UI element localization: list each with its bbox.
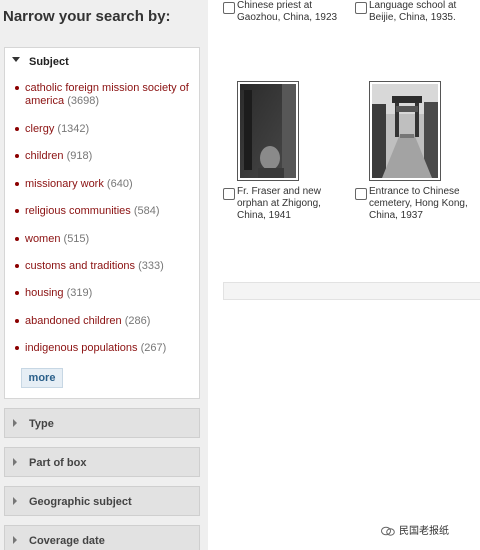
result-caption[interactable]: Chinese priest at Gaozhou, China, 1923 — [237, 0, 341, 24]
facet-subject-header[interactable]: Subject — [5, 48, 199, 76]
photo-image — [372, 84, 438, 178]
facet-label: Coverage date — [29, 535, 105, 547]
facet-geographic-subject[interactable]: Geographic subject — [4, 486, 200, 516]
facet-item-link[interactable]: indigenous populations — [25, 342, 138, 354]
facet-sidebar: Narrow your search by: Subject catholic … — [0, 0, 208, 550]
bullet-icon — [15, 182, 19, 186]
wechat-icon — [381, 526, 395, 537]
facet-item-link[interactable]: catholic foreign mission society of amer… — [25, 82, 189, 107]
facet-part-of-box[interactable]: Part of box — [4, 447, 200, 477]
watermark: 民国老报纸 — [381, 522, 449, 537]
facet-item-count: (3698) — [67, 95, 99, 107]
bullet-icon — [15, 86, 19, 90]
facet-item-link[interactable]: clergy — [25, 123, 54, 135]
facet-item-link[interactable]: women — [25, 233, 60, 245]
result-checkbox[interactable] — [223, 188, 235, 200]
facet-item-link[interactable]: religious communities — [25, 205, 131, 217]
facet-label: Type — [29, 418, 54, 430]
facet-type[interactable]: Type — [4, 408, 200, 438]
bullet-icon — [15, 237, 19, 241]
result-thumbnail[interactable] — [369, 81, 441, 181]
caret-right-icon — [13, 458, 17, 466]
caret-right-icon — [13, 536, 17, 544]
bullet-icon — [15, 346, 19, 350]
result-item: Entrance to Chinese cemetery, Hong Kong,… — [355, 186, 475, 226]
result-caption[interactable]: Fr. Fraser and new orphan at Zhigong, Ch… — [237, 186, 341, 222]
facet-item-link[interactable]: missionary work — [25, 178, 104, 190]
caret-down-icon — [12, 57, 20, 62]
facet-item-count: (515) — [63, 233, 90, 245]
facet-label: Geographic subject — [29, 496, 132, 508]
result-checkbox[interactable] — [355, 188, 367, 200]
facet-coverage-date[interactable]: Coverage date — [4, 525, 200, 550]
caret-right-icon — [13, 497, 17, 505]
facet-item-count: (286) — [124, 315, 151, 327]
facet-item-count: (1342) — [57, 123, 90, 135]
facet-item-count: (584) — [133, 205, 160, 217]
facet-item-count: (640) — [106, 178, 133, 190]
facet-item-count: (267) — [140, 342, 167, 354]
bullet-icon — [15, 264, 19, 268]
result-checkbox[interactable] — [355, 2, 367, 14]
bullet-icon — [15, 319, 19, 323]
sidebar-title: Narrow your search by: — [3, 8, 171, 25]
facet-item-link[interactable]: customs and traditions — [25, 260, 135, 272]
bullet-icon — [15, 209, 19, 213]
watermark-text: 民国老报纸 — [399, 526, 449, 537]
result-item: Chinese priest at Gaozhou, China, 1923 — [223, 0, 343, 40]
caret-right-icon — [13, 419, 17, 427]
facet-subject-label: Subject — [29, 56, 69, 68]
results-footer-bar — [223, 282, 480, 300]
bullet-icon — [15, 291, 19, 295]
result-thumbnail[interactable] — [237, 81, 299, 181]
facet-item-link[interactable]: housing — [25, 287, 64, 299]
result-caption[interactable]: Language school at Beijie, China, 1935. — [369, 0, 473, 24]
result-item: Fr. Fraser and new orphan at Zhigong, Ch… — [223, 186, 343, 226]
photo-image — [240, 84, 296, 178]
facet-subject: Subject catholic foreign mission society… — [4, 47, 200, 399]
facet-item-link[interactable]: children — [25, 150, 64, 162]
result-caption[interactable]: Entrance to Chinese cemetery, Hong Kong,… — [369, 186, 473, 222]
bullet-icon — [15, 154, 19, 158]
facet-item-count: (333) — [138, 260, 164, 272]
more-button[interactable]: more — [21, 368, 63, 388]
result-checkbox[interactable] — [223, 2, 235, 14]
bullet-icon — [15, 127, 19, 131]
facet-item-count: (918) — [66, 150, 93, 162]
facet-label: Part of box — [29, 457, 87, 469]
facet-item-link[interactable]: abandoned children — [25, 315, 122, 327]
facet-item-count: (319) — [66, 287, 93, 299]
result-item: Language school at Beijie, China, 1935. — [355, 0, 475, 40]
